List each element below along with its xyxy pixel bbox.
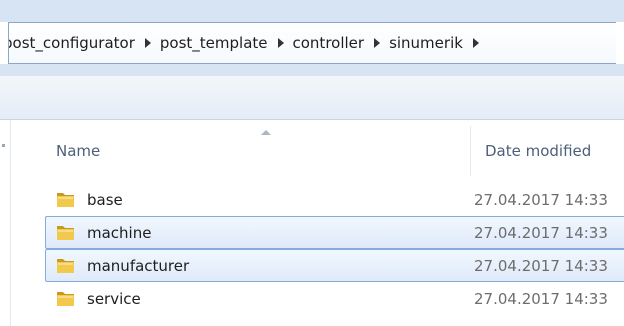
folder-icon <box>57 226 74 240</box>
file-date-modified: 27.04.2017 14:33 <box>474 224 608 242</box>
file-row-machine[interactable]: machine 27.04.2017 14:33 <box>45 216 624 249</box>
file-list: base 27.04.2017 14:33 machine 27.04.2017… <box>0 183 624 315</box>
folder-icon <box>57 292 74 306</box>
window-chrome-gap <box>0 64 624 76</box>
breadcrumb-item-post-template[interactable]: post_template <box>160 34 293 52</box>
file-name: manufacturer <box>87 257 190 275</box>
chevron-right-icon[interactable] <box>144 38 151 48</box>
column-header-date-modified[interactable]: Date modified <box>485 142 591 160</box>
breadcrumb-label: post_template <box>159 34 268 52</box>
file-date-modified: 27.04.2017 14:33 <box>474 191 608 209</box>
breadcrumb-label: sinumerik <box>389 34 463 52</box>
column-divider[interactable] <box>470 126 471 176</box>
address-bar[interactable]: post_configurator post_template controll… <box>8 22 616 64</box>
chevron-right-icon[interactable] <box>472 38 479 48</box>
file-name: service <box>87 290 141 308</box>
folder-icon <box>57 193 74 207</box>
command-toolbar <box>0 76 624 120</box>
file-name: machine <box>87 224 152 242</box>
file-date-modified: 27.04.2017 14:33 <box>474 257 608 275</box>
pane-splitter-grip[interactable] <box>2 144 5 147</box>
file-list-pane[interactable]: Name Date modified base 27.04.2017 14:33… <box>0 120 624 326</box>
file-name: base <box>87 191 123 209</box>
file-row-base[interactable]: base 27.04.2017 14:33 <box>45 183 624 216</box>
column-header-name[interactable]: Name <box>56 142 100 160</box>
breadcrumb-item-post-configurator[interactable]: post_configurator <box>8 34 160 52</box>
folder-icon <box>57 259 74 273</box>
file-row-manufacturer[interactable]: manufacturer 27.04.2017 14:33 <box>45 249 624 282</box>
window-chrome <box>0 0 624 22</box>
breadcrumb-label: post_configurator <box>8 34 135 52</box>
chevron-right-icon[interactable] <box>374 38 381 48</box>
column-header-row: Name Date modified <box>11 120 624 178</box>
breadcrumb-item-sinumerik[interactable]: sinumerik <box>389 34 488 52</box>
sort-ascending-icon <box>261 130 271 135</box>
file-date-modified: 27.04.2017 14:33 <box>474 290 608 308</box>
chevron-right-icon[interactable] <box>277 38 284 48</box>
breadcrumb-item-controller[interactable]: controller <box>293 34 390 52</box>
file-row-service[interactable]: service 27.04.2017 14:33 <box>45 282 624 315</box>
breadcrumb-label: controller <box>292 34 365 52</box>
